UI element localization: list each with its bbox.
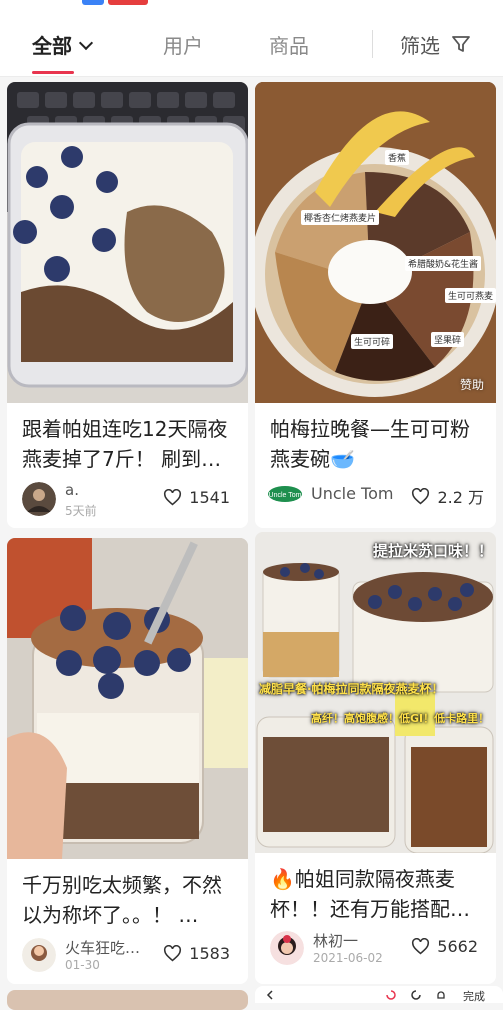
card-image: 提拉米苏口味！！ 减脂早餐·帕梅拉同款隔夜燕麦杯！ 高纤！高饱腹感！低GI！低卡… (255, 532, 496, 853)
tab-products[interactable]: 商品 (269, 30, 309, 59)
avatar[interactable] (270, 931, 304, 965)
author-name[interactable]: 火车狂吃… (65, 937, 140, 958)
like-count: 2.2 万 (437, 488, 484, 507)
post-time: 5天前 (65, 504, 97, 518)
bottom-toolbar: 完成 (255, 986, 503, 1003)
bell-icon[interactable] (435, 989, 447, 1001)
filter-button[interactable]: 筛选 (400, 30, 440, 59)
active-tab-indicator (32, 71, 74, 74)
avatar[interactable] (22, 482, 56, 516)
post-time: 2021-06-02 (313, 951, 383, 965)
chevron-down-icon (78, 35, 94, 51)
image-caption: 减脂早餐·帕梅拉同款隔夜燕麦杯！ (259, 682, 444, 696)
like-count: 5662 (437, 937, 478, 956)
card-title: 千万别吃太频繁，不然以为称坏了。。！ … (22, 873, 222, 927)
filter-icon[interactable] (451, 34, 471, 54)
heart-icon (412, 938, 430, 955)
heart-icon (412, 487, 430, 504)
avatar[interactable] (22, 938, 56, 972)
status-icon (108, 0, 148, 5)
card-title: 🔥帕姐同款隔夜燕麦杯！！还有万能搭配… (270, 867, 470, 921)
like-button[interactable]: 5662 (411, 937, 478, 956)
like-count: 1583 (189, 944, 230, 963)
image-label: 椰香杏仁烤燕麦片 (301, 210, 380, 225)
card-title: 帕梅拉晚餐—生可可粉燕麦碗🥣 (270, 417, 470, 471)
sponsored-badge: 赞助 (459, 378, 484, 392)
post-time: 01-30 (65, 958, 100, 972)
tab-users[interactable]: 用户 (163, 30, 203, 59)
card-image (7, 82, 248, 403)
top-nav: 全部 用户 商品 筛选 (0, 10, 503, 77)
done-button[interactable]: 完成 (463, 988, 485, 1004)
feed-card[interactable]: 香蕉 椰香杏仁烤燕麦片 希腊酸奶&花生酱 生可可燕麦 生可可碎 坚果碎 赞助 帕… (255, 82, 496, 528)
status-bar (0, 0, 503, 10)
image-label: 香蕉 (385, 150, 410, 165)
card-image (7, 538, 248, 859)
undo-icon[interactable] (410, 989, 422, 1001)
heart-icon (164, 489, 182, 506)
author-name[interactable]: 林初一 (313, 930, 358, 951)
author-name[interactable]: a. (65, 481, 79, 499)
card-title: 跟着帕姐连吃12天隔夜燕麦掉了7斤！ 刷到… (22, 417, 228, 471)
feed-card[interactable]: 千万别吃太频繁，不然以为称坏了。。！ … 火车狂吃… 01-30 1583 (7, 538, 248, 984)
tab-label: 全部 (32, 34, 72, 58)
refresh-icon[interactable] (385, 989, 397, 1001)
image-caption: 提拉米苏口味！！ (373, 542, 494, 560)
image-caption: 高纤！高饱腹感！低GI！低卡路里！ (311, 712, 490, 725)
feed-card[interactable]: 提拉米苏口味！！ 减脂早餐·帕梅拉同款隔夜燕麦杯！ 高纤！高饱腹感！低GI！低卡… (255, 532, 496, 984)
back-icon[interactable] (265, 990, 275, 1000)
heart-icon (164, 945, 182, 962)
image-label: 生可可碎 (351, 334, 394, 349)
feed-card[interactable] (7, 990, 248, 1010)
feed-card[interactable]: 跟着帕姐连吃12天隔夜燕麦掉了7斤！ 刷到… a. 5天前 1541 (7, 82, 248, 528)
like-button[interactable]: 1541 (163, 488, 230, 507)
like-count: 1541 (189, 488, 230, 507)
brand-logo[interactable]: Uncle Tom (267, 482, 303, 506)
like-button[interactable]: 1583 (163, 944, 230, 963)
status-icon (82, 0, 104, 5)
image-label: 坚果碎 (431, 332, 465, 347)
image-label: 希腊酸奶&花生酱 (405, 256, 482, 271)
filter-label: 筛选 (400, 34, 440, 58)
card-image: 香蕉 椰香杏仁烤燕麦片 希腊酸奶&花生酱 生可可燕麦 生可可碎 坚果碎 赞助 (255, 82, 496, 403)
like-button[interactable]: 2.2 万 (411, 484, 484, 508)
tab-all[interactable]: 全部 (32, 30, 94, 59)
brand-logo-text: Uncle Tom (269, 492, 302, 499)
divider (372, 30, 373, 58)
image-label: 生可可燕麦 (445, 288, 496, 303)
author-name[interactable]: Uncle Tom (311, 484, 393, 503)
